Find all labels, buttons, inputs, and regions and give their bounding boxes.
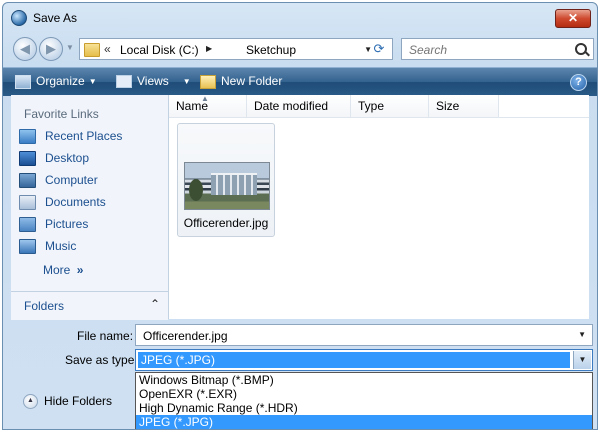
- organize-button[interactable]: Organize ▼: [15, 74, 97, 89]
- sidebar-item-label: Computer: [45, 173, 98, 187]
- save-as-dialog: Save As ✕ ◀ ▶ ▼ « Local Disk (C:) ▶ Sket…: [2, 2, 598, 430]
- file-item[interactable]: Officerender.jpg: [177, 123, 275, 237]
- dialog-title: Save As: [33, 11, 78, 25]
- music-icon: [19, 239, 36, 255]
- forward-button[interactable]: ▶: [39, 37, 63, 61]
- save-as-type-select[interactable]: JPEG (*.JPG) ▼: [135, 349, 593, 371]
- selected-type: JPEG (*.JPG): [138, 352, 570, 368]
- column-label: Type: [358, 99, 385, 113]
- toolbar: Organize ▼ Views ▼ New Folder ?: [3, 67, 597, 96]
- sidebar-item-label: Desktop: [45, 151, 90, 165]
- documents-icon: [19, 195, 36, 211]
- views-icon: [116, 75, 132, 89]
- help-icon[interactable]: ?: [570, 74, 587, 91]
- sidebar-item-documents[interactable]: Documents: [19, 195, 106, 213]
- column-header-date-modified[interactable]: Date modified: [247, 95, 351, 117]
- new-folder-button[interactable]: New Folder: [200, 74, 282, 89]
- save-as-type-label: Save as type:: [65, 353, 138, 367]
- more-links-button[interactable]: More »: [43, 263, 83, 277]
- thumbnail-building: [211, 173, 257, 195]
- hide-folders-button[interactable]: ▲ Hide Folders: [23, 394, 113, 410]
- breadcrumb-arrow-icon[interactable]: ▶: [206, 44, 212, 53]
- dropdown-option[interactable]: OpenEXR (*.EXR): [136, 387, 592, 401]
- column-label: Size: [436, 99, 460, 113]
- dropdown-option-selected[interactable]: JPEG (*.JPG): [136, 415, 592, 429]
- image-thumbnail: [184, 162, 270, 210]
- file-name-combobox[interactable]: ▼: [135, 324, 593, 346]
- navigation-pane: Favorite Links Recent Places Desktop Com…: [11, 95, 169, 320]
- sidebar-item-pictures[interactable]: Pictures: [19, 217, 88, 235]
- sidebar-item-computer[interactable]: Computer: [19, 173, 98, 191]
- chevron-up-icon[interactable]: ⌃: [150, 297, 160, 311]
- chevron-down-icon[interactable]: ▼: [578, 330, 586, 339]
- title-bar: Save As ✕: [3, 3, 597, 31]
- sidebar-item-label: Recent Places: [45, 129, 123, 143]
- sidebar-item-label: Documents: [45, 195, 106, 209]
- back-button[interactable]: ◀: [13, 37, 37, 61]
- app-icon: [11, 10, 27, 26]
- recent-pages-chevron-icon[interactable]: ▼: [66, 43, 74, 52]
- favorite-links-heading: Favorite Links: [24, 107, 99, 121]
- refresh-icon[interactable]: ⟳: [367, 39, 391, 59]
- sort-ascending-icon: ▲: [201, 94, 209, 103]
- views-button[interactable]: Views ▼: [116, 74, 191, 89]
- double-chevron-right-icon: »: [76, 263, 84, 277]
- header-divider: [169, 117, 589, 118]
- file-name-label: Officerender.jpg: [183, 216, 269, 230]
- sidebar-item-music[interactable]: Music: [19, 239, 76, 257]
- views-label: Views: [137, 74, 169, 88]
- dropdown-option[interactable]: Windows Bitmap (*.BMP): [136, 373, 592, 387]
- column-header-type[interactable]: Type: [351, 95, 429, 117]
- breadcrumb-local-disk[interactable]: Local Disk (C:): [120, 43, 199, 57]
- folder-icon: [84, 43, 100, 57]
- search-icon[interactable]: [575, 43, 587, 55]
- file-name-label: File name:: [77, 329, 134, 343]
- file-list[interactable]: ▲ Name Date modified Type Size Officeren…: [169, 94, 589, 319]
- chevron-down-icon[interactable]: ▼: [573, 351, 591, 369]
- new-folder-label: New Folder: [221, 74, 283, 88]
- more-label: More: [43, 263, 71, 277]
- chevron-up-icon: ▲: [23, 394, 38, 410]
- desktop-icon: [19, 151, 36, 167]
- file-name-input[interactable]: [141, 326, 565, 346]
- chevron-down-icon: ▼: [182, 77, 191, 87]
- address-bar[interactable]: « Local Disk (C:) ▶ Sketchup ▼: [79, 38, 393, 60]
- organize-label: Organize: [36, 74, 85, 88]
- sidebar-item-label: Music: [45, 239, 77, 253]
- search-input[interactable]: [407, 40, 571, 60]
- sidebar-item-recent-places[interactable]: Recent Places: [19, 129, 122, 147]
- search-box[interactable]: [401, 38, 594, 60]
- chevron-down-icon: ▼: [88, 77, 97, 87]
- column-header-size[interactable]: Size: [429, 95, 499, 117]
- close-button[interactable]: ✕: [555, 9, 591, 28]
- sidebar-item-desktop[interactable]: Desktop: [19, 151, 89, 169]
- hide-folders-label: Hide Folders: [44, 394, 113, 408]
- sidebar-item-label: Pictures: [45, 217, 89, 231]
- save-type-dropdown-list[interactable]: Windows Bitmap (*.BMP) OpenEXR (*.EXR) H…: [135, 372, 593, 429]
- folders-toggle[interactable]: Folders ⌃: [11, 291, 168, 320]
- recent-places-icon: [19, 129, 36, 145]
- breadcrumb-sketchup[interactable]: Sketchup: [246, 43, 296, 57]
- pictures-icon: [19, 217, 36, 233]
- folders-label: Folders: [24, 299, 65, 313]
- thumbnail-tree: [189, 179, 203, 201]
- computer-icon: [19, 173, 36, 189]
- column-label: Date modified: [254, 99, 329, 113]
- organize-icon: [15, 74, 31, 89]
- column-header-name[interactable]: ▲ Name: [169, 94, 247, 117]
- dropdown-option[interactable]: High Dynamic Range (*.HDR): [136, 401, 592, 415]
- new-folder-icon: [200, 74, 216, 89]
- double-chevron-icon[interactable]: «: [104, 42, 111, 56]
